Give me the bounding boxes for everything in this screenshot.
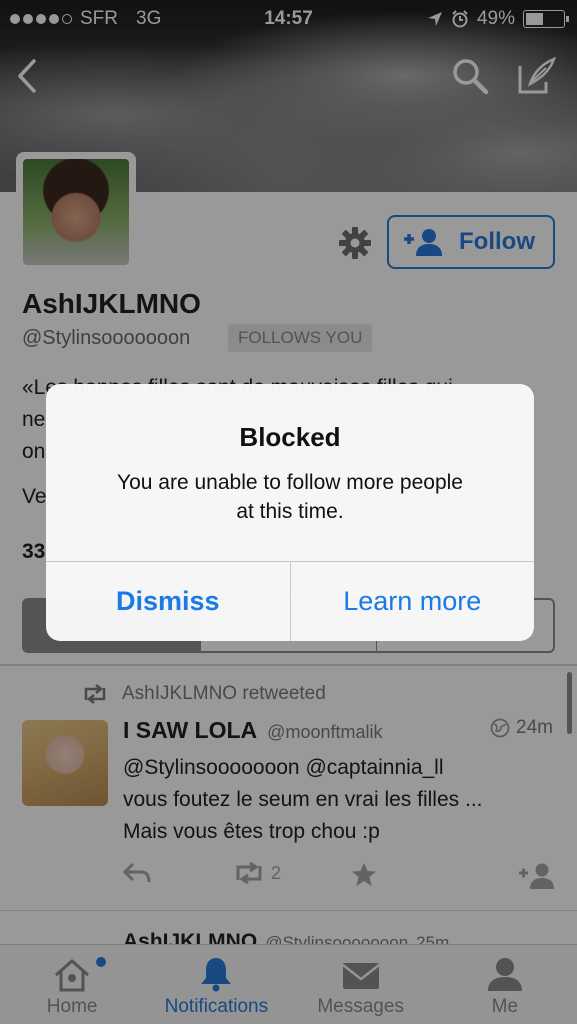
dismiss-button[interactable]: Dismiss bbox=[46, 562, 290, 641]
alert-message: You are unable to follow more people at … bbox=[76, 468, 504, 526]
alert-message-line: You are unable to follow more people bbox=[117, 471, 463, 494]
alert-button-row: Dismiss Learn more bbox=[46, 561, 534, 641]
blocked-alert-dialog: Blocked You are unable to follow more pe… bbox=[46, 384, 534, 641]
learn-more-button[interactable]: Learn more bbox=[289, 562, 535, 641]
alert-title: Blocked bbox=[239, 422, 341, 452]
alert-message-line: at this time. bbox=[236, 500, 344, 523]
